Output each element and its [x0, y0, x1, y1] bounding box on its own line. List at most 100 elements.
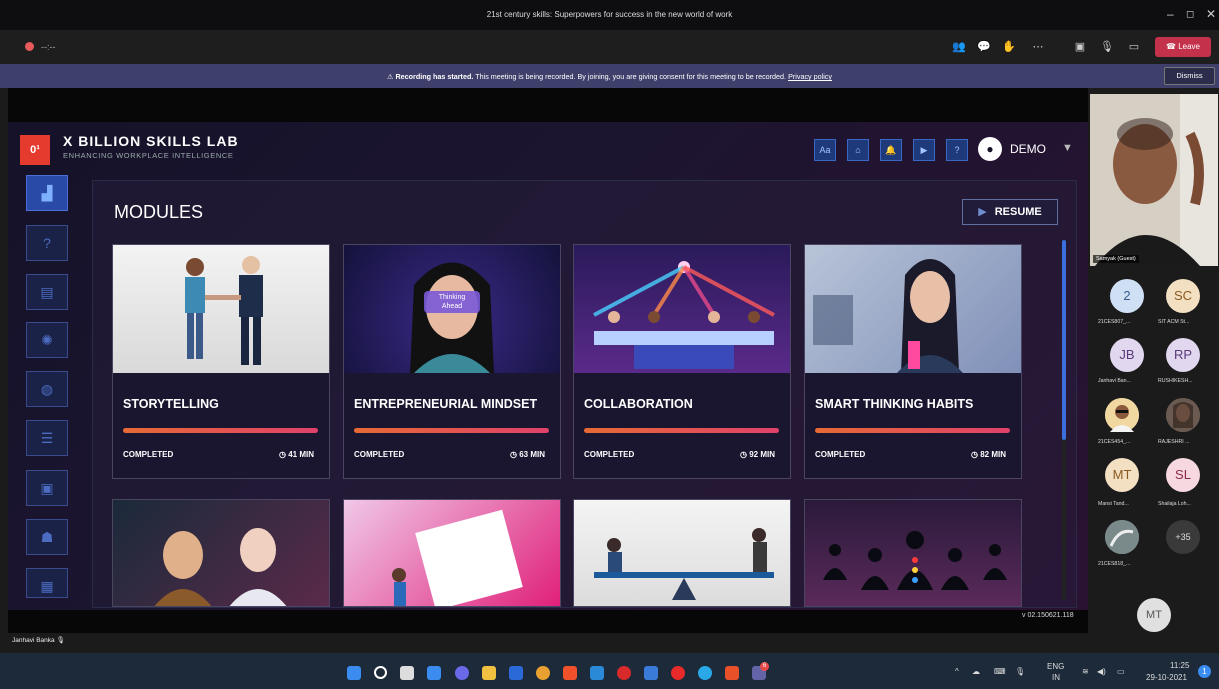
participant-avatar[interactable]: JB [1110, 338, 1144, 372]
list-icon[interactable]: ☰ [26, 420, 68, 456]
brave-icon[interactable] [563, 666, 577, 680]
participant-photo-avatar[interactable] [1105, 398, 1139, 432]
leave-button[interactable]: ☎ Leave [1155, 37, 1211, 57]
maximize-icon[interactable]: ◻ [1186, 9, 1194, 20]
bug-icon[interactable]: ✺ [26, 322, 68, 358]
module-card-collaboration[interactable]: COLLABORATION COMPLETED ◷ 92 MIN [573, 244, 791, 479]
task-view-icon[interactable] [400, 666, 414, 680]
clock-date[interactable]: 29-10-2021 [1146, 673, 1187, 682]
close-icon[interactable]: ✕ [1206, 7, 1216, 21]
home-icon[interactable]: ⌂ [847, 139, 869, 161]
module-card-storytelling[interactable]: STORYTELLING COMPLETED ◷ 41 MIN [112, 244, 330, 479]
module-card-row2-4[interactable] [804, 499, 1022, 607]
module-duration: ◷ 41 MIN [278, 450, 314, 459]
module-status: COMPLETED [123, 450, 174, 459]
progress-bar [354, 428, 549, 433]
participant-avatar[interactable]: SC [1166, 279, 1200, 313]
book-icon[interactable]: ▤ [26, 274, 68, 310]
monitor-icon[interactable]: ▣ [26, 470, 68, 506]
resume-button[interactable]: ▶ RESUME [962, 199, 1058, 225]
wifi-icon[interactable]: ≋ [1082, 667, 1089, 676]
module-status: COMPLETED [354, 450, 405, 459]
modules-scrollbar[interactable] [1062, 240, 1066, 600]
more-actions-icon[interactable]: ⋯ [1030, 40, 1046, 53]
thinking-ahead-label: Thinking Ahead [438, 294, 466, 310]
share-tray-icon[interactable]: ▭ [1126, 40, 1142, 53]
privacy-policy-link[interactable]: Privacy policy [788, 72, 832, 81]
widgets-icon[interactable] [427, 666, 441, 680]
thinker-illustration [805, 245, 1021, 373]
help-icon[interactable]: ? [946, 139, 968, 161]
chevron-up-icon[interactable]: ^ [955, 667, 959, 676]
brand-tagline: ENHANCING WORKPLACE INTELLIGENCE [63, 151, 234, 160]
participant-label: 21CES454_... [1098, 439, 1131, 445]
participant-label: 21CES807_... [1098, 319, 1131, 325]
search-icon[interactable] [374, 666, 387, 679]
battery-icon[interactable]: ▭ [1117, 667, 1125, 676]
office-icon[interactable] [725, 666, 739, 680]
presenter-label: Samyak (Guest) [1093, 255, 1139, 263]
teams-notification-badge: 6 [760, 662, 769, 671]
progress-bar [815, 428, 1010, 433]
globe-icon[interactable]: ◍ [26, 371, 68, 407]
participant-photo-avatar[interactable] [1166, 398, 1200, 432]
microphone-icon[interactable]: 🎙 [1015, 667, 1025, 676]
participant-avatar[interactable]: SL [1166, 458, 1200, 492]
module-card-row2-1[interactable] [112, 499, 330, 607]
bell-icon[interactable]: 🔔 [880, 139, 902, 161]
people-group-icon[interactable]: ☗ [26, 519, 68, 555]
chat-app-icon[interactable] [455, 666, 469, 680]
question-icon[interactable]: ? [26, 225, 68, 261]
keyboard-icon[interactable]: ⌨ [994, 667, 1006, 676]
module-card-row2-3[interactable] [573, 499, 791, 607]
presenter-video[interactable] [1090, 94, 1218, 266]
store-icon[interactable] [509, 666, 523, 680]
cloud-icon[interactable]: ☁ [972, 667, 980, 676]
language-indicator[interactable]: ENG [1047, 662, 1064, 671]
opera-icon[interactable] [671, 666, 685, 680]
mic-off-icon[interactable]: 🎙 [1099, 40, 1115, 53]
user-name[interactable]: DEMO [1010, 142, 1046, 156]
edge-icon[interactable] [698, 666, 712, 680]
document-icon[interactable]: ▦ [26, 568, 68, 598]
module-card-entrepreneurial-mindset[interactable]: Thinking Ahead ENTREPRENEURIAL MINDSET C… [343, 244, 561, 479]
teams-meeting-window: 21st century skills: Superpowers for suc… [0, 0, 1219, 689]
progress-bar [584, 428, 779, 433]
participant-label: RAJESHRI ... [1158, 439, 1190, 445]
chrome-icon[interactable] [617, 666, 631, 680]
clock-time[interactable]: 11:25 [1170, 661, 1189, 670]
participant-photo-avatar[interactable] [1105, 520, 1139, 554]
more-participants-badge[interactable]: +35 [1166, 520, 1200, 554]
module-duration: ◷ 82 MIN [970, 450, 1006, 459]
notepad-icon[interactable] [644, 666, 658, 680]
module-card-row2-2[interactable] [343, 499, 561, 607]
dashboard-icon[interactable]: ▟ [26, 175, 68, 211]
minimize-icon[interactable]: – [1167, 7, 1174, 21]
self-avatar[interactable]: MT [1137, 598, 1171, 632]
windows-start-icon[interactable] [347, 666, 361, 680]
chrome-canary-icon[interactable] [536, 666, 550, 680]
participant-avatar[interactable]: MT [1105, 458, 1139, 492]
chat-icon[interactable]: 💬 [976, 40, 992, 53]
banner-text: This meeting is being recorded. By joini… [475, 72, 787, 81]
participant-avatar[interactable]: RP [1166, 338, 1200, 372]
play-icon[interactable]: ▶ [913, 139, 935, 161]
reactions-icon[interactable]: ✋ [1001, 40, 1017, 53]
font-size-button[interactable]: Aa [814, 139, 836, 161]
module-status: COMPLETED [815, 450, 866, 459]
volume-icon[interactable]: ◀) [1097, 667, 1106, 676]
participant-label: Janhavi Ban... [1098, 378, 1131, 384]
file-explorer-icon[interactable] [482, 666, 496, 680]
people-icon[interactable]: 👥 [951, 40, 967, 53]
user-avatar-icon[interactable]: ● [978, 137, 1002, 161]
brand-name: X BILLION SKILLS LAB [63, 133, 239, 149]
camera-off-icon[interactable]: ▣ [1072, 40, 1088, 53]
scrollbar-thumb[interactable] [1062, 240, 1066, 440]
chevron-down-icon[interactable]: ▼ [1062, 142, 1073, 154]
team-table-illustration [574, 245, 790, 373]
dismiss-button[interactable]: Dismiss [1164, 67, 1215, 85]
mail-icon[interactable] [590, 666, 604, 680]
notification-badge[interactable]: 1 [1198, 665, 1211, 678]
participant-avatar[interactable]: 2 [1110, 279, 1144, 313]
module-card-smart-thinking-habits[interactable]: SMART THINKING HABITS COMPLETED ◷ 82 MIN [804, 244, 1022, 479]
